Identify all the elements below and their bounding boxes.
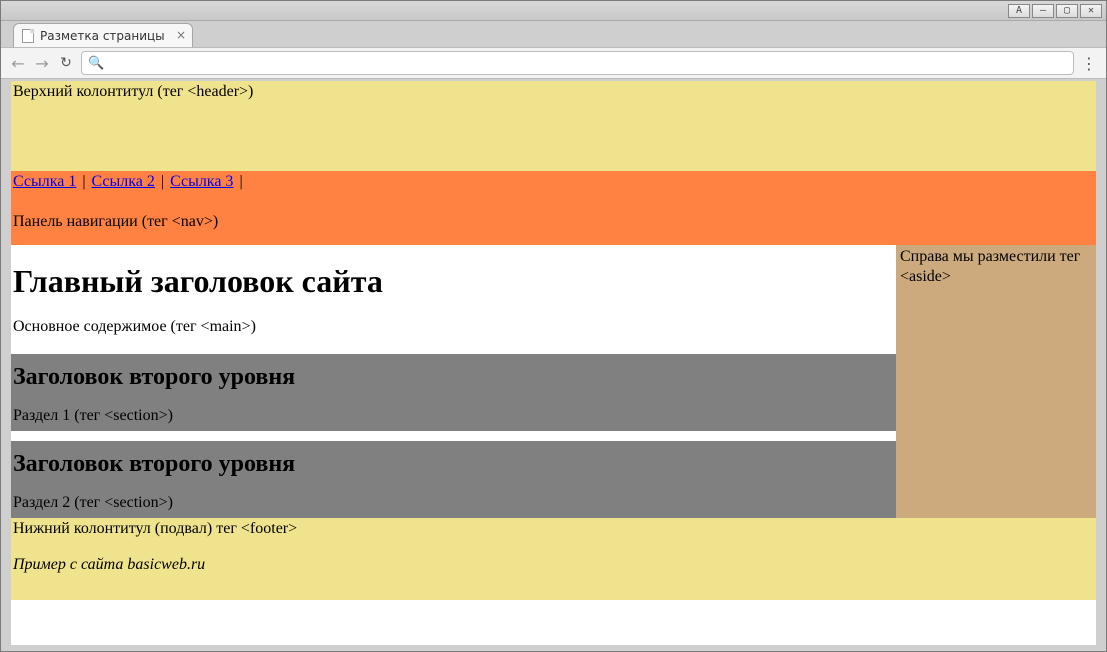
- nav-link-1[interactable]: Ссылка 1: [13, 173, 76, 190]
- browser-tab[interactable]: Разметка страницы ×: [13, 23, 193, 47]
- file-icon: [22, 29, 34, 43]
- aside-text: Справа мы разместили тег <aside>: [900, 248, 1080, 285]
- footer-text: Нижний колонтитул (подвал) тег <footer>: [13, 520, 1094, 538]
- nav-link-2[interactable]: Ссылка 2: [92, 173, 155, 190]
- nav-links-row: Ссылка 1 | Ссылка 2 | Ссылка 3 |: [13, 173, 1094, 191]
- nav-link-3[interactable]: Ссылка 3: [170, 173, 233, 190]
- page-aside-region: Справа мы разместили тег <aside>: [896, 245, 1096, 518]
- tab-title: Разметка страницы: [40, 29, 165, 43]
- address-input[interactable]: [108, 55, 1067, 72]
- page-header-region: Верхний колонтитул (тег <header>): [11, 81, 1096, 171]
- maximize-button[interactable]: ▢: [1056, 4, 1078, 18]
- search-icon: 🔍: [88, 56, 104, 71]
- window-titlebar: A — ▢ ✕: [1, 1, 1106, 21]
- browser-window: A — ▢ ✕ Разметка страницы × ← → ↻ 🔍 ⋮ Ве…: [0, 0, 1107, 652]
- browser-menu-button[interactable]: ⋮: [1080, 54, 1098, 73]
- page-footer-region: Нижний колонтитул (подвал) тег <footer> …: [11, 518, 1096, 600]
- page-viewport: Верхний колонтитул (тег <header>) Ссылка…: [11, 81, 1096, 645]
- nav-separator: |: [237, 173, 244, 190]
- browser-toolbar: ← → ↻ 🔍 ⋮: [1, 47, 1106, 79]
- nav-separator: |: [80, 173, 87, 190]
- page-nav-region: Ссылка 1 | Ссылка 2 | Ссылка 3 | Панель …: [11, 171, 1096, 245]
- header-text: Верхний колонтитул (тег <header>): [13, 83, 253, 100]
- close-tab-icon[interactable]: ×: [176, 28, 186, 42]
- nav-caption: Панель навигации (тег <nav>): [13, 213, 1094, 231]
- address-bar[interactable]: 🔍: [81, 51, 1074, 75]
- footer-source: Пример с сайта basicweb.ru: [13, 556, 1094, 574]
- forward-button[interactable]: →: [33, 54, 51, 72]
- back-button[interactable]: ←: [9, 54, 27, 72]
- close-window-button[interactable]: ✕: [1080, 4, 1102, 18]
- nav-separator: |: [159, 173, 166, 190]
- lang-indicator-button[interactable]: A: [1008, 4, 1030, 18]
- reload-button[interactable]: ↻: [57, 54, 75, 72]
- minimize-button[interactable]: —: [1032, 4, 1054, 18]
- tab-strip: Разметка страницы ×: [1, 21, 1106, 47]
